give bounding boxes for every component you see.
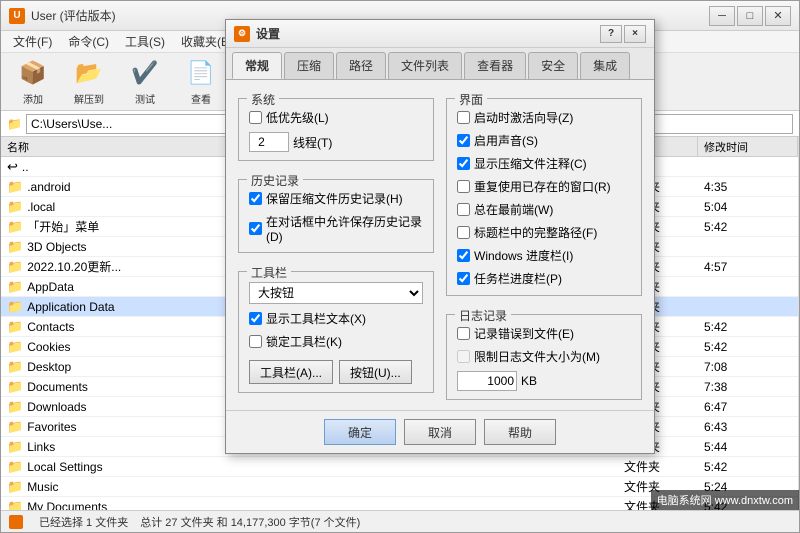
log-size-input[interactable] (457, 371, 517, 391)
show-comments-row[interactable]: 显示压缩文件注释(C) (457, 155, 631, 172)
tab-path[interactable]: 路径 (336, 52, 386, 79)
windows-progress-label: Windows 进度栏(I) (474, 247, 573, 264)
ok-button[interactable]: 确定 (324, 419, 396, 445)
limit-log-checkbox[interactable] (457, 350, 470, 363)
threads-label: 线程(T) (293, 134, 332, 151)
dialog-close-button[interactable]: × (624, 25, 646, 43)
show-comments-checkbox[interactable] (457, 157, 470, 170)
show-text-checkbox[interactable] (249, 312, 262, 325)
low-priority-label: 低优先级(L) (266, 109, 329, 126)
enable-sound-row[interactable]: 启用声音(S) (457, 132, 631, 149)
enable-sound-label: 启用声音(S) (474, 132, 538, 149)
show-text-label: 显示工具栏文本(X) (266, 310, 366, 327)
allow-history-label: 在对话框中允许保存历史记录(D) (266, 213, 423, 244)
always-on-top-label: 总在最前端(W) (474, 201, 553, 218)
log-errors-label: 记录错误到文件(E) (474, 325, 574, 342)
system-group: 系统 低优先级(L) 线程(T) (238, 98, 434, 161)
tab-security[interactable]: 安全 (528, 52, 578, 79)
lock-toolbar-row[interactable]: 锁定工具栏(K) (249, 333, 423, 350)
full-path-label: 标题栏中的完整路径(F) (474, 224, 597, 241)
save-zip-history-checkbox[interactable] (249, 192, 262, 205)
tab-filelist[interactable]: 文件列表 (388, 52, 462, 79)
activate-wizard-row[interactable]: 启动时激活向导(Z) (457, 109, 631, 126)
dialog-footer: 确定 取消 帮助 (226, 410, 654, 453)
lock-toolbar-label: 锁定工具栏(K) (266, 333, 342, 350)
log-errors-checkbox[interactable] (457, 327, 470, 340)
settings-dialog: ⚙ 设置 ? × 常规 压缩 路径 文件列表 查看器 安全 集成 (225, 19, 655, 454)
full-path-checkbox[interactable] (457, 226, 470, 239)
allow-history-row[interactable]: 在对话框中允许保存历史记录(D) (249, 213, 423, 244)
taskbar-progress-label: 任务栏进度栏(P) (474, 270, 562, 287)
dialog-title-bar: ⚙ 设置 ? × (226, 20, 654, 48)
dialog-body: 系统 低优先级(L) 线程(T) (226, 80, 654, 410)
low-priority-row[interactable]: 低优先级(L) (249, 109, 423, 126)
dialog-tabs: 常规 压缩 路径 文件列表 查看器 安全 集成 (226, 48, 654, 80)
tab-integration[interactable]: 集成 (580, 52, 630, 79)
windows-progress-checkbox[interactable] (457, 249, 470, 262)
lock-toolbar-checkbox[interactable] (249, 335, 262, 348)
tab-compress[interactable]: 压缩 (284, 52, 334, 79)
windows-progress-row[interactable]: Windows 进度栏(I) (457, 247, 631, 264)
interface-group-content: 启动时激活向导(Z) 启用声音(S) 显示压缩文件注释(C) (457, 109, 631, 287)
limit-log-row[interactable]: 限制日志文件大小为(M) (457, 348, 631, 365)
reuse-window-label: 重复使用已存在的窗口(R) (474, 178, 611, 195)
interface-group: 界面 启动时激活向导(Z) 启用声音(S) (446, 98, 642, 296)
log-size-row: KB (457, 371, 631, 391)
taskbar-progress-row[interactable]: 任务栏进度栏(P) (457, 270, 631, 287)
history-group: 历史记录 保留压缩文件历史记录(H) 在对话框中允许保存历史记录(D) (238, 179, 434, 253)
history-group-content: 保留压缩文件历史记录(H) 在对话框中允许保存历史记录(D) (249, 190, 423, 244)
threads-row: 线程(T) (249, 132, 423, 152)
help-button[interactable]: 帮助 (484, 419, 556, 445)
dialog-title-controls: ? × (600, 25, 646, 43)
toolbar-group-content: 大按钮 小按钮 无 显示工具栏文本(X) (249, 282, 423, 384)
toolbar-btn-row: 工具栏(A)... 按钮(U)... (249, 360, 423, 384)
save-zip-history-label: 保留压缩文件历史记录(H) (266, 190, 403, 207)
system-group-content: 低优先级(L) 线程(T) (249, 109, 423, 152)
toolbar-select-row: 大按钮 小按钮 无 (249, 282, 423, 304)
always-on-top-row[interactable]: 总在最前端(W) (457, 201, 631, 218)
full-path-row[interactable]: 标题栏中的完整路径(F) (457, 224, 631, 241)
low-priority-checkbox[interactable] (249, 111, 262, 124)
allow-history-checkbox[interactable] (249, 222, 262, 235)
cancel-button[interactable]: 取消 (404, 419, 476, 445)
limit-log-label: 限制日志文件大小为(M) (474, 348, 600, 365)
dialog-icon: ⚙ (234, 26, 250, 42)
log-group-title: 日志记录 (455, 307, 511, 324)
log-errors-row[interactable]: 记录错误到文件(E) (457, 325, 631, 342)
tab-viewer[interactable]: 查看器 (464, 52, 526, 79)
activate-wizard-label: 启动时激活向导(Z) (474, 109, 573, 126)
system-group-title: 系统 (247, 91, 279, 108)
dialog-overlay: ⚙ 设置 ? × 常规 压缩 路径 文件列表 查看器 安全 集成 (1, 1, 799, 532)
interface-group-title: 界面 (455, 91, 487, 108)
save-zip-history-row[interactable]: 保留压缩文件历史记录(H) (249, 190, 423, 207)
taskbar-progress-checkbox[interactable] (457, 272, 470, 285)
always-on-top-checkbox[interactable] (457, 203, 470, 216)
toolbar-group-title: 工具栏 (247, 264, 291, 281)
log-group-content: 记录错误到文件(E) 限制日志文件大小为(M) KB (457, 325, 631, 391)
show-text-row[interactable]: 显示工具栏文本(X) (249, 310, 423, 327)
reuse-window-checkbox[interactable] (457, 180, 470, 193)
history-group-title: 历史记录 (247, 172, 303, 189)
toolbar-group: 工具栏 大按钮 小按钮 无 显示工具栏文本 (238, 271, 434, 393)
toolbar-style-select[interactable]: 大按钮 小按钮 无 (249, 282, 423, 304)
reuse-window-row[interactable]: 重复使用已存在的窗口(R) (457, 178, 631, 195)
buttons-settings-button[interactable]: 按钮(U)... (339, 360, 412, 384)
dialog-title-text: 设置 (256, 25, 600, 42)
activate-wizard-checkbox[interactable] (457, 111, 470, 124)
main-window: U User (评估版本) ─ □ ✕ 文件(F) 命令(C) 工具(S) 收藏… (0, 0, 800, 533)
dialog-right: 界面 启动时激活向导(Z) 启用声音(S) (446, 90, 642, 400)
log-size-unit: KB (521, 374, 537, 388)
enable-sound-checkbox[interactable] (457, 134, 470, 147)
log-group: 日志记录 记录错误到文件(E) 限制日志文件大小为(M) (446, 314, 642, 400)
dialog-left: 系统 低优先级(L) 线程(T) (238, 90, 434, 400)
threads-input[interactable] (249, 132, 289, 152)
show-comments-label: 显示压缩文件注释(C) (474, 155, 587, 172)
tab-general[interactable]: 常规 (232, 52, 282, 79)
dialog-help-button[interactable]: ? (600, 25, 622, 43)
toolbar-settings-button[interactable]: 工具栏(A)... (249, 360, 333, 384)
